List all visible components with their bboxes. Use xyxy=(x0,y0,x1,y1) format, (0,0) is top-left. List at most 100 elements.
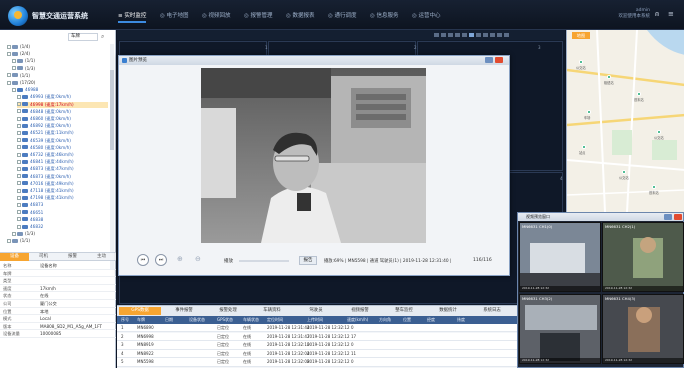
expand-toggle-icon[interactable] xyxy=(17,181,21,186)
nav-alarm[interactable]: ◎ 报警管理 xyxy=(244,11,273,19)
expand-toggle-icon[interactable] xyxy=(17,152,21,157)
tree-scrollbar-thumb[interactable] xyxy=(110,70,114,150)
report-button[interactable]: 报告 xyxy=(299,256,317,265)
nav-realtime-monitor[interactable]: ≡ 实时监控 xyxy=(118,11,147,23)
info-tab-device[interactable]: 设备 xyxy=(0,253,29,261)
tree-vehicle-item[interactable]: 46848 (速度:0km/h) xyxy=(17,109,108,115)
tree-vehicle-item[interactable]: 46841 (速度:44km/h) xyxy=(17,159,108,165)
minimize-button[interactable] xyxy=(485,57,493,63)
map-pin-icon[interactable] xyxy=(622,170,626,174)
map-pin-icon[interactable] xyxy=(582,145,586,149)
user-icon[interactable]: ⍝ xyxy=(655,10,663,18)
map-pin-icon[interactable] xyxy=(637,92,641,96)
expand-toggle-icon[interactable] xyxy=(17,102,21,107)
column-header[interactable]: 方向角 xyxy=(379,316,391,324)
column-header[interactable]: 设备状态 xyxy=(189,316,205,324)
layout-13-icon[interactable] xyxy=(476,33,481,37)
column-header[interactable]: 经度 xyxy=(427,316,435,324)
camera-view-2[interactable]: MN6631 CH2(1) 2019-11-28 12:32 xyxy=(602,222,684,292)
column-header[interactable]: 纬度 xyxy=(457,316,465,324)
expand-toggle-icon[interactable] xyxy=(17,202,21,207)
camera-view-1[interactable]: MN6631 CH1(0) 2019-11-28 12:32 xyxy=(519,222,601,292)
expand-toggle-icon[interactable] xyxy=(7,80,11,85)
tree-group-item[interactable]: (1/3) xyxy=(12,231,108,237)
close-button[interactable] xyxy=(495,57,503,63)
tree-vehicle-item[interactable]: 46988 xyxy=(12,87,108,93)
tree-vehicle-item[interactable]: 46860 (速度:0km/h) xyxy=(17,116,108,122)
expand-toggle-icon[interactable] xyxy=(12,66,16,71)
tree-vehicle-item[interactable]: 47016 (速度:49km/h) xyxy=(17,181,108,187)
expand-toggle-icon[interactable] xyxy=(12,87,16,92)
tree-vehicle-item[interactable]: 46580 (速度:0km/h) xyxy=(17,145,108,151)
layout-16-icon[interactable] xyxy=(483,33,488,37)
nav-ops-center[interactable]: ◎ 运营中心 xyxy=(412,11,441,19)
search-type-select[interactable]: 车牌 xyxy=(68,33,98,41)
layout-1-icon[interactable] xyxy=(434,33,439,37)
expand-toggle-icon[interactable] xyxy=(17,116,21,121)
nav-dispatch[interactable]: ◎ 通行调度 xyxy=(328,11,357,19)
camera-window-minimize[interactable] xyxy=(664,214,672,220)
tree-group-item[interactable]: (17/20) xyxy=(7,80,108,86)
data-tab[interactable]: 视频报警 xyxy=(339,307,381,315)
tree-vehicle-item[interactable]: 46998 (速度:17km/h) xyxy=(17,101,108,108)
map-panel[interactable]: 地图 公交站 枢纽站 首末站 车场 公交站 站点 公交站 首末站 xyxy=(566,30,684,212)
expand-toggle-icon[interactable] xyxy=(12,231,16,236)
expand-toggle-icon[interactable] xyxy=(17,159,21,164)
expand-toggle-icon[interactable] xyxy=(7,51,11,56)
column-header[interactable]: 车辆状态 xyxy=(243,316,259,324)
table-row[interactable]: 4 MN8922 已定位 在线 2019-11-28 12:32:04 2019-11-2… xyxy=(117,349,517,359)
nav-report[interactable]: ◎ 数据报表 xyxy=(286,11,315,19)
expand-toggle-icon[interactable] xyxy=(17,188,21,193)
map-pin-icon[interactable] xyxy=(652,185,656,189)
tree-vehicle-item[interactable]: 46732 (速度:46km/h) xyxy=(17,152,108,158)
nav-info[interactable]: ◎ 信息服务 xyxy=(370,11,399,19)
map-pin-icon[interactable] xyxy=(657,130,661,134)
map-pin-icon[interactable] xyxy=(607,75,611,79)
tree-group-item[interactable]: (1/3) xyxy=(12,66,108,72)
data-tab[interactable]: 驾驶员 xyxy=(295,307,337,315)
camera-view-3[interactable]: MN6631 CH3(2) 2019-11-28 12:32 xyxy=(519,294,601,364)
expand-toggle-icon[interactable] xyxy=(17,94,21,99)
expand-toggle-icon[interactable] xyxy=(17,195,21,200)
tree-vehicle-item[interactable]: 46892 (速度:0km/h) xyxy=(17,123,108,129)
column-header[interactable]: 日期 xyxy=(165,316,173,324)
nav-map[interactable]: ◎ 电子地图 xyxy=(160,11,189,19)
expand-toggle-icon[interactable] xyxy=(17,130,21,135)
tree-group-item[interactable]: (1/1) xyxy=(7,73,108,79)
video-frame[interactable] xyxy=(201,68,426,243)
data-tab[interactable]: 系统日志 xyxy=(471,307,513,315)
tree-group-item[interactable]: (1/4) xyxy=(7,44,108,50)
tree-vehicle-item[interactable]: 46832 xyxy=(17,224,108,230)
nav-playback[interactable]: ◎ 视频回放 xyxy=(202,11,231,19)
layout-9-icon[interactable] xyxy=(462,33,467,37)
tree-vehicle-item[interactable]: 46838 xyxy=(17,217,108,223)
layout-8-icon[interactable] xyxy=(455,33,460,37)
zoom-out-icon[interactable]: ⊖ xyxy=(195,255,201,263)
search-icon[interactable]: ⌕ xyxy=(101,33,104,41)
map-tab[interactable]: 地图 xyxy=(572,32,590,39)
data-tab[interactable]: 车辆资料 xyxy=(251,307,293,315)
prev-icon[interactable]: ⏮ xyxy=(137,254,149,266)
info-tab-driver[interactable]: 司机 xyxy=(29,253,58,261)
tree-vehicle-item[interactable]: 47198 (速度:41km/h) xyxy=(17,195,108,201)
expand-toggle-icon[interactable] xyxy=(7,44,11,49)
expand-toggle-icon[interactable] xyxy=(17,174,21,179)
tree-vehicle-item[interactable]: 46873 xyxy=(17,202,108,208)
tree-vehicle-item[interactable]: 46873 (速度:0km/h) xyxy=(17,174,108,180)
expand-toggle-icon[interactable] xyxy=(12,58,16,63)
tree-vehicle-item[interactable]: 46539 (速度:0km/h) xyxy=(17,138,108,144)
expand-toggle-icon[interactable] xyxy=(17,123,21,128)
close-all-icon[interactable] xyxy=(504,33,509,37)
map-pin-icon[interactable] xyxy=(587,110,591,114)
tree-vehicle-item[interactable]: 47118 (速度:41km/h) xyxy=(17,188,108,194)
table-row[interactable]: 5 MN5598 已定位 在线 2019-11-28 12:32:08 2019-11-2… xyxy=(117,358,517,367)
info-tab-active[interactable]: 主动 xyxy=(87,253,116,261)
table-row[interactable]: 3 MN8919 已定位 在线 2019-11-28 12:32:10 2019-11-2… xyxy=(117,341,517,350)
expand-toggle-icon[interactable] xyxy=(17,217,21,222)
tree-vehicle-item[interactable]: 46873 (速度:47km/h) xyxy=(17,166,108,172)
tree-vehicle-item[interactable]: 46651 xyxy=(17,210,108,216)
expand-toggle-icon[interactable] xyxy=(7,73,11,78)
zoom-in-icon[interactable]: ⊕ xyxy=(177,255,183,263)
layout-6-icon[interactable] xyxy=(448,33,453,37)
column-header[interactable]: 定位时间 xyxy=(267,316,283,324)
